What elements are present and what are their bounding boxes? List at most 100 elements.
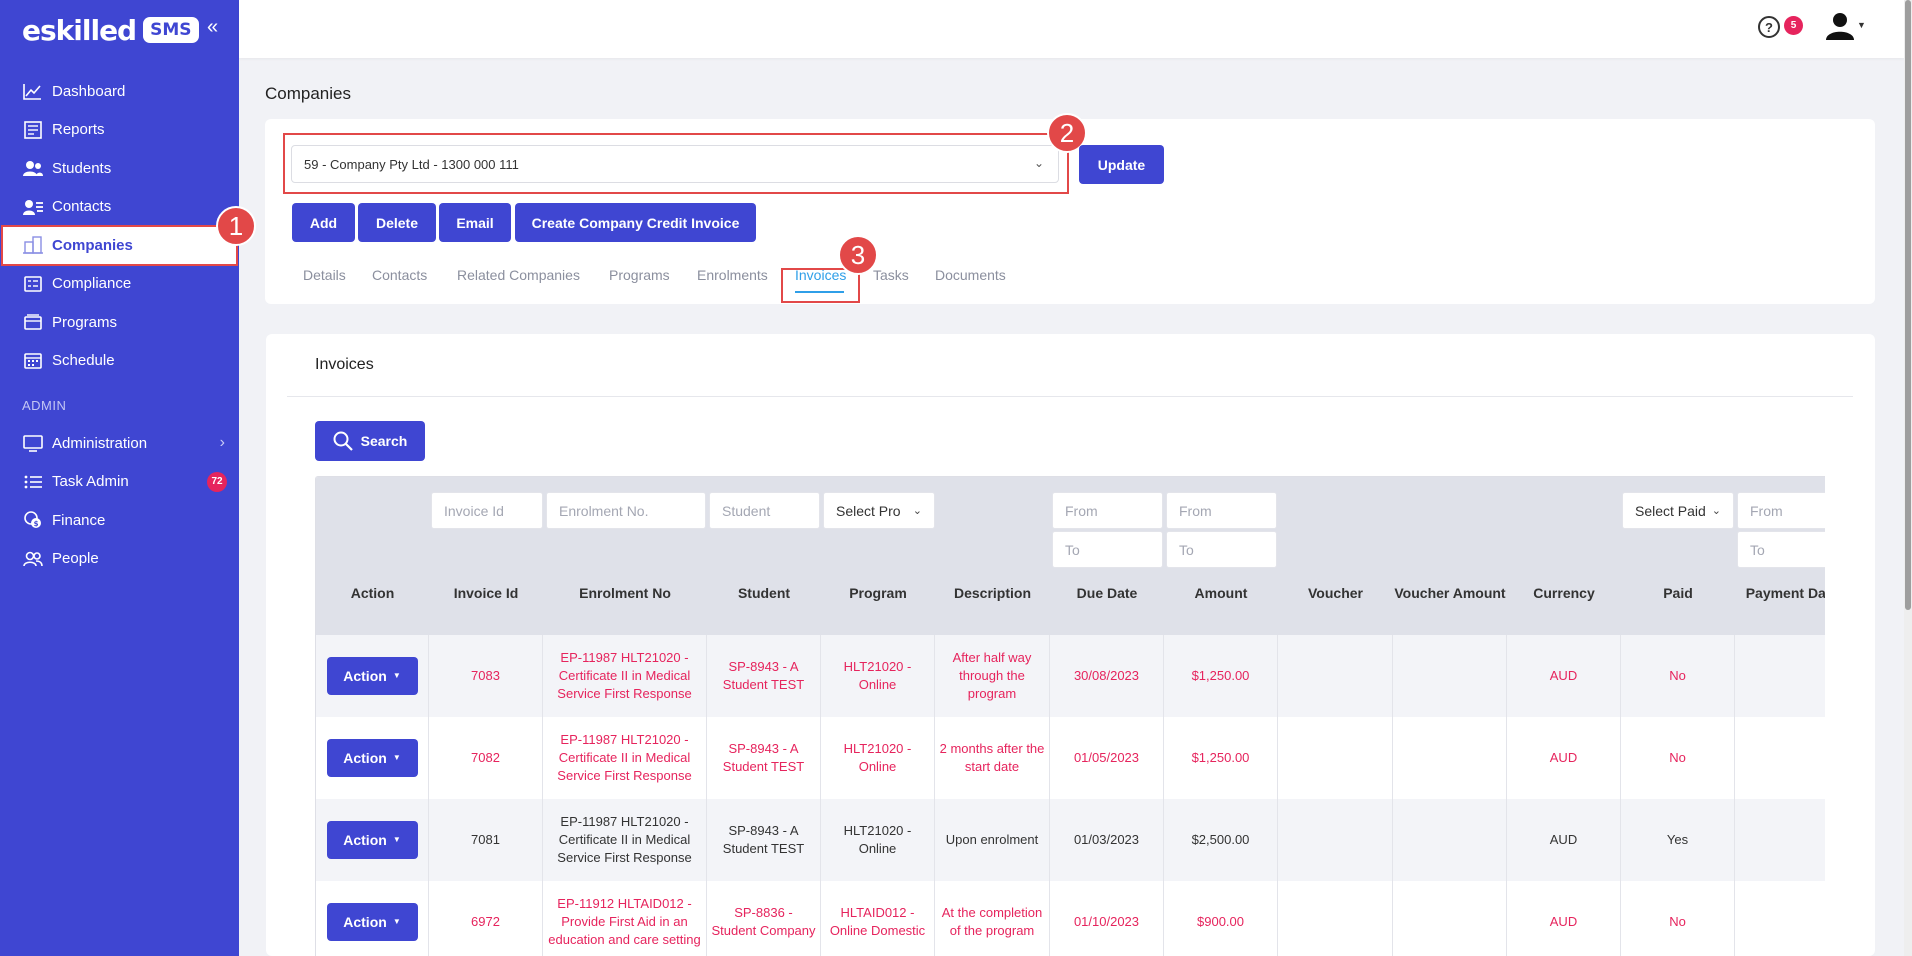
tab-details[interactable]: Details	[303, 267, 346, 283]
cell-paid-text: No	[1669, 914, 1686, 929]
invoice-id-filter[interactable]: Invoice Id	[431, 492, 543, 529]
sidebar-item-label: Task Admin	[52, 473, 129, 491]
cell-invoice-id-text: 7081	[471, 832, 500, 847]
due-date-from-filter[interactable]: From	[1052, 492, 1163, 529]
row-action-label: Action	[343, 914, 387, 930]
page-scrollbar[interactable]	[1904, 0, 1912, 956]
cell-student[interactable]: SP-8943 - A Student TEST	[707, 635, 821, 717]
delete-button[interactable]: Delete	[358, 203, 436, 242]
search-button[interactable]: Search	[315, 421, 425, 461]
amount-from-filter[interactable]: From	[1166, 492, 1277, 529]
column-header-enrolment-no[interactable]: Enrolment No	[543, 585, 707, 601]
company-select[interactable]: 59 - Company Pty Ltd - 1300 000 111 ⌄	[291, 145, 1059, 183]
sidebar-item-companies[interactable]: Companies	[1, 225, 238, 266]
cell-amount: $1,250.00	[1164, 717, 1278, 799]
row-action-button[interactable]: Action ▼	[326, 739, 418, 777]
row-action-label: Action	[343, 750, 387, 766]
column-header-student[interactable]: Student	[707, 585, 821, 601]
program-select-value: Select Pro	[836, 503, 901, 519]
cell-paid-text: No	[1669, 750, 1686, 765]
column-header-amount[interactable]: Amount	[1164, 585, 1278, 601]
cell-amount-text: $1,250.00	[1191, 750, 1250, 765]
due-date-to-filter[interactable]: To	[1052, 531, 1163, 568]
cell-enrolment-no[interactable]: EP-11987 HLT21020 - Certificate II in Me…	[543, 635, 707, 717]
column-header-invoice-id[interactable]: Invoice Id	[429, 585, 543, 601]
cell-invoice-id[interactable]: 7083	[429, 635, 543, 717]
cell-action: Action ▼	[316, 635, 429, 717]
scrollbar-thumb[interactable]	[1905, 0, 1911, 610]
sidebar-item-programs[interactable]: Programs	[0, 303, 239, 342]
brand-logo[interactable]: eskilled SMS	[22, 12, 199, 48]
payment-date-from-filter[interactable]: From	[1737, 492, 1825, 529]
sidebar-item-schedule[interactable]: Schedule	[0, 342, 239, 381]
cell-invoice-id[interactable]: 7082	[429, 717, 543, 799]
update-button[interactable]: Update	[1079, 145, 1164, 184]
chevron-down-icon: ⌄	[1711, 505, 1721, 517]
sidebar-item-finance[interactable]: $ Finance	[0, 501, 239, 540]
add-button[interactable]: Add	[292, 203, 355, 242]
monitor-icon	[22, 433, 43, 454]
sidebar-item-administration[interactable]: Administration ›	[0, 424, 239, 463]
notification-badge[interactable]: 5	[1784, 16, 1803, 35]
sidebar-item-people[interactable]: People	[0, 540, 239, 579]
create-credit-invoice-button[interactable]: Create Company Credit Invoice	[515, 203, 756, 242]
column-header-description[interactable]: Description	[935, 585, 1050, 601]
search-icon	[333, 431, 353, 451]
sidebar-item-compliance[interactable]: Compliance	[0, 265, 239, 304]
cell-student[interactable]: SP-8943 - A Student TEST	[707, 799, 821, 881]
collapse-sidebar-icon[interactable]: «	[207, 16, 218, 39]
enrolment-no-filter[interactable]: Enrolment No.	[546, 492, 706, 529]
cell-enrolment-no[interactable]: EP-11912 HLTAID012 - Provide First Aid i…	[543, 881, 707, 956]
tab-tasks[interactable]: Tasks	[873, 267, 909, 283]
column-header-paid[interactable]: Paid	[1621, 585, 1735, 601]
tab-documents[interactable]: Documents	[935, 267, 1006, 283]
cell-voucher-amount	[1393, 799, 1507, 881]
cell-enrolment-no-text: EP-11987 HLT21020 - Certificate II in Me…	[557, 732, 692, 783]
column-header-due-date[interactable]: Due Date	[1050, 585, 1164, 601]
sidebar-item-task-admin[interactable]: Task Admin 72	[0, 463, 239, 502]
column-header-voucher-amount[interactable]: Voucher Amount	[1393, 585, 1507, 601]
tab-related-companies[interactable]: Related Companies	[457, 267, 580, 283]
sidebar-item-dashboard[interactable]: Dashboard	[0, 72, 239, 111]
column-header-payment-date[interactable]: Payment Date	[1735, 585, 1825, 601]
cell-student-text: SP-8836 - Student Company	[711, 905, 816, 938]
sidebar-item-contacts[interactable]: Contacts	[0, 188, 239, 227]
paid-select[interactable]: Select Paid ⌄	[1622, 492, 1734, 529]
student-filter[interactable]: Student	[709, 492, 820, 529]
caret-down-icon: ▼	[392, 835, 401, 844]
help-icon[interactable]: ?	[1758, 16, 1780, 38]
email-button[interactable]: Email	[439, 203, 511, 242]
row-action-button[interactable]: Action ▼	[326, 903, 418, 941]
tab-contacts[interactable]: Contacts	[372, 267, 427, 283]
cell-student[interactable]: SP-8836 - Student Company	[707, 881, 821, 956]
column-header-program[interactable]: Program	[821, 585, 935, 601]
cell-description: After half way through the program	[935, 635, 1050, 717]
tab-programs[interactable]: Programs	[609, 267, 670, 283]
cell-invoice-id[interactable]: 6972	[429, 881, 543, 956]
cell-student[interactable]: SP-8943 - A Student TEST	[707, 717, 821, 799]
cell-enrolment-no[interactable]: EP-11987 HLT21020 - Certificate II in Me…	[543, 799, 707, 881]
program-select[interactable]: Select Pro ⌄	[823, 492, 935, 529]
cell-invoice-id[interactable]: 7081	[429, 799, 543, 881]
sidebar-item-label: Programs	[52, 313, 118, 331]
callout-marker-1: 1	[216, 206, 256, 246]
user-menu-caret-icon[interactable]: ▼	[1857, 20, 1866, 30]
cell-currency: AUD	[1507, 881, 1621, 956]
user-avatar-icon[interactable]	[1825, 12, 1855, 43]
payment-date-to-filter[interactable]: To	[1737, 531, 1825, 568]
cell-payment-date	[1735, 799, 1825, 881]
sidebar-item-students[interactable]: Students	[0, 149, 239, 188]
cell-enrolment-no-text: EP-11987 HLT21020 - Certificate II in Me…	[557, 814, 692, 865]
tab-enrolments[interactable]: Enrolments	[697, 267, 768, 283]
cell-enrolment-no[interactable]: EP-11987 HLT21020 - Certificate II in Me…	[543, 717, 707, 799]
row-action-button[interactable]: Action ▼	[326, 657, 418, 695]
column-header-voucher[interactable]: Voucher	[1278, 585, 1393, 601]
row-action-button[interactable]: Action ▼	[326, 821, 418, 859]
chevron-down-icon: ⌄	[912, 505, 922, 517]
cell-paid: No	[1621, 717, 1735, 799]
column-header-currency[interactable]: Currency	[1507, 585, 1621, 601]
amount-to-filter[interactable]: To	[1166, 531, 1277, 568]
students-icon	[22, 158, 43, 179]
svg-text:$: $	[33, 520, 38, 528]
sidebar-item-reports[interactable]: Reports	[0, 111, 239, 150]
